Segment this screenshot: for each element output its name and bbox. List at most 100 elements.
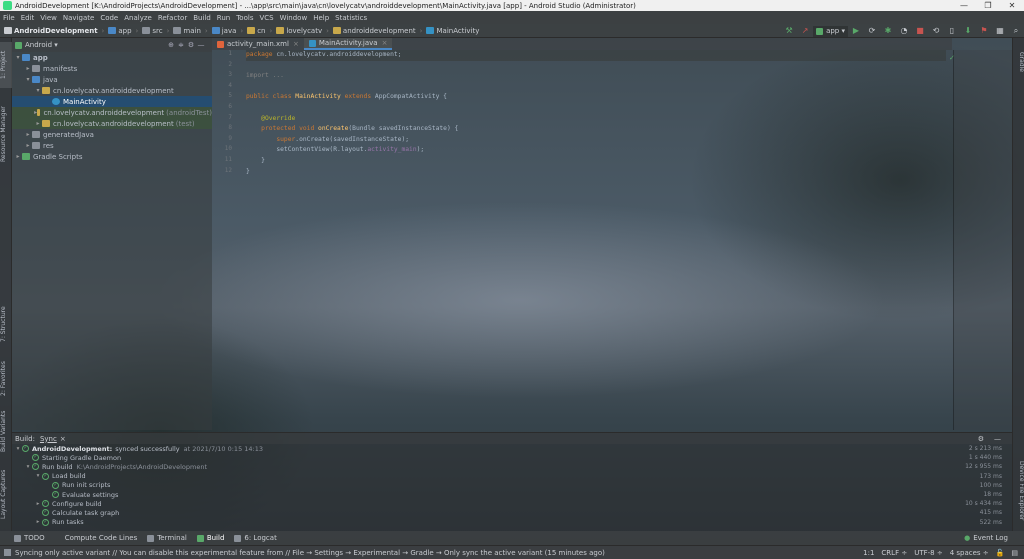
editor-scroll-area[interactable]: ✓ xyxy=(949,50,1012,430)
chevron-right-icon[interactable]: ▸ xyxy=(14,153,22,160)
tree-item[interactable]: ▾ cn.lovelycatv.androiddevelopment xyxy=(12,85,212,96)
editor-tab[interactable]: activity_main.xml × xyxy=(212,38,304,50)
project-view-select[interactable]: Android ▾ xyxy=(25,41,58,49)
build-tree-row[interactable]: ▸ ✓ Configure build 10 s 434 ms xyxy=(12,499,1012,508)
chevron-down-icon[interactable]: ▾ xyxy=(24,76,32,83)
menu-tools[interactable]: Tools xyxy=(236,14,253,22)
breadcrumb-item[interactable]: androiddevelopment xyxy=(332,27,416,35)
menu-analyze[interactable]: Analyze xyxy=(124,14,152,22)
make-project-icon[interactable]: ⚒ xyxy=(783,25,795,37)
scroll-from-source-icon[interactable]: ⊕ xyxy=(166,41,176,49)
build-tree-row[interactable]: ✓ Starting Gradle Daemon 1 s 440 ms xyxy=(12,453,1012,462)
apply-changes-icon[interactable]: ⟳ xyxy=(866,25,878,37)
breadcrumb-item[interactable]: lovelycatv xyxy=(276,27,322,35)
chevron-down-icon[interactable]: ▾ xyxy=(24,464,32,470)
close-tab-icon[interactable]: × xyxy=(60,435,66,443)
memory-indicator-icon[interactable]: ▤ xyxy=(1011,549,1018,557)
lock-icon[interactable]: 🔓 xyxy=(996,549,1005,557)
run-config-select[interactable]: app ▾ xyxy=(813,25,848,37)
tab-sync[interactable]: Sync xyxy=(40,435,57,443)
tree-item[interactable]: ▸ manifests xyxy=(12,63,212,74)
menu-window[interactable]: Window xyxy=(280,14,308,22)
tree-item[interactable]: ▾ app xyxy=(12,52,212,63)
menu-view[interactable]: View xyxy=(40,14,57,22)
structure-tool-tab[interactable]: 7: Structure xyxy=(0,300,12,348)
hide-icon[interactable]: — xyxy=(196,41,206,49)
build-tree-row[interactable]: ✓ Calculate task graph 415 ms xyxy=(12,508,1012,517)
menu-file[interactable]: File xyxy=(3,14,15,22)
breadcrumb-item[interactable]: cn xyxy=(247,27,266,35)
minimize-icon[interactable]: — xyxy=(952,0,976,11)
close-icon[interactable]: ✕ xyxy=(1000,0,1024,11)
chevron-right-icon[interactable]: ▸ xyxy=(24,142,32,149)
profile-icon[interactable]: ◔ xyxy=(898,25,910,37)
build-variants-tool-tab[interactable]: Build Variants xyxy=(0,406,12,456)
menu-vcs[interactable]: VCS xyxy=(259,14,273,22)
code-token[interactable]: import ... xyxy=(246,72,284,79)
stop-icon[interactable]: ■ xyxy=(914,25,926,37)
chevron-right-icon[interactable]: ▸ xyxy=(24,65,32,72)
status-toggle-icon[interactable] xyxy=(4,549,11,556)
tab-logcat[interactable]: 6: Logcat xyxy=(234,534,277,542)
tree-item[interactable]: ▸ Gradle Scripts xyxy=(12,151,212,162)
chevron-down-icon[interactable]: ▾ xyxy=(34,473,42,479)
layout-captures-tool-tab[interactable]: Layout Captures xyxy=(0,466,12,522)
maximize-icon[interactable]: ❐ xyxy=(976,0,1000,11)
vcs-icon[interactable]: ⚑ xyxy=(978,25,990,37)
tab-build[interactable]: Build xyxy=(196,534,224,542)
build-tree-row[interactable]: ▾ ✓ AndroidDevelopment: synced successfully… xyxy=(12,444,1012,453)
chevron-right-icon[interactable]: ▸ xyxy=(24,131,32,138)
tree-item[interactable]: ▸ cn.lovelycatv.androiddevelopment (androi… xyxy=(12,107,212,118)
build-tree-row[interactable]: ▾ ✓ Load build 173 ms xyxy=(12,472,1012,481)
favorites-tool-tab[interactable]: 2: Favorites xyxy=(0,356,12,402)
line-separator[interactable]: CRLF ÷ xyxy=(881,549,907,557)
tab-compute-code-lines[interactable]: Compute Code Lines xyxy=(55,534,138,542)
gear-icon[interactable]: ⚙ xyxy=(978,435,984,443)
search-everywhere-icon[interactable]: ⌕ xyxy=(1010,25,1022,37)
chevron-right-icon[interactable]: ▸ xyxy=(34,501,42,507)
avd-manager-icon[interactable]: ▯ xyxy=(946,25,958,37)
chevron-down-icon[interactable]: ▾ xyxy=(34,87,42,94)
breadcrumb-item[interactable]: main xyxy=(173,27,201,35)
tab-event-log[interactable]: ● Event Log xyxy=(964,534,1008,542)
tree-item[interactable]: ▸ res xyxy=(12,140,212,151)
file-encoding[interactable]: UTF-8 ÷ xyxy=(914,549,943,557)
menu-navigate[interactable]: Navigate xyxy=(63,14,94,22)
device-file-explorer-tool-tab[interactable]: Device File Explorer xyxy=(1013,458,1024,524)
project-tool-tab[interactable]: 1: Project xyxy=(0,42,12,88)
menu-help[interactable]: Help xyxy=(313,14,329,22)
build-tree-row[interactable]: ▾ ✓ Run build K:\AndroidProjects\AndroidDev… xyxy=(12,462,1012,471)
code-editor[interactable]: package cn.lovelycatv.androiddevelopment… xyxy=(246,50,946,430)
menu-run[interactable]: Run xyxy=(217,14,230,22)
caret-position[interactable]: 1:1 xyxy=(863,549,874,557)
editor-tab[interactable]: MainActivity.java × xyxy=(303,38,393,50)
indent-setting[interactable]: 4 spaces ÷ xyxy=(950,549,989,557)
close-tab-icon[interactable]: × xyxy=(293,40,299,48)
breadcrumb-item[interactable]: java xyxy=(211,27,236,35)
tab-todo[interactable]: TODO xyxy=(14,534,45,542)
debug-icon[interactable]: ✱ xyxy=(882,25,894,37)
hide-icon[interactable]: — xyxy=(994,435,1001,443)
breadcrumb-item[interactable]: src xyxy=(142,27,163,35)
layout-inspector-icon[interactable]: ▦ xyxy=(994,25,1006,37)
status-message[interactable]: Syncing only active variant // You can d… xyxy=(15,549,605,557)
tree-item[interactable]: MainActivity xyxy=(12,96,212,107)
breadcrumb-item[interactable]: AndroidDevelopment xyxy=(4,27,98,35)
breadcrumb-item[interactable]: app xyxy=(108,27,132,35)
sync-icon[interactable]: ⟲ xyxy=(930,25,942,37)
tab-terminal[interactable]: Terminal xyxy=(147,534,187,542)
build-tree-row[interactable]: ▸ ✓ Run tasks 522 ms xyxy=(12,518,1012,527)
collapse-all-icon[interactable]: ≑ xyxy=(176,41,186,49)
breadcrumb-item[interactable]: MainActivity xyxy=(426,27,479,35)
tree-item[interactable]: ▸ cn.lovelycatv.androiddevelopment (test) xyxy=(12,118,212,129)
gear-icon[interactable]: ⚙ xyxy=(186,41,196,49)
tree-item[interactable]: ▾ java xyxy=(12,74,212,85)
tree-item[interactable]: ▸ generatedJava xyxy=(12,129,212,140)
attach-debugger-icon[interactable]: ↗ xyxy=(799,25,811,37)
run-icon[interactable]: ▶ xyxy=(850,25,862,37)
menu-build[interactable]: Build xyxy=(193,14,211,22)
resource-manager-tool-tab[interactable]: Resource Manager xyxy=(0,94,12,174)
sdk-manager-icon[interactable]: ⬇ xyxy=(962,25,974,37)
build-tree-row[interactable]: ✓ Evaluate settings 18 ms xyxy=(12,490,1012,499)
chevron-down-icon[interactable]: ▾ xyxy=(14,446,22,452)
